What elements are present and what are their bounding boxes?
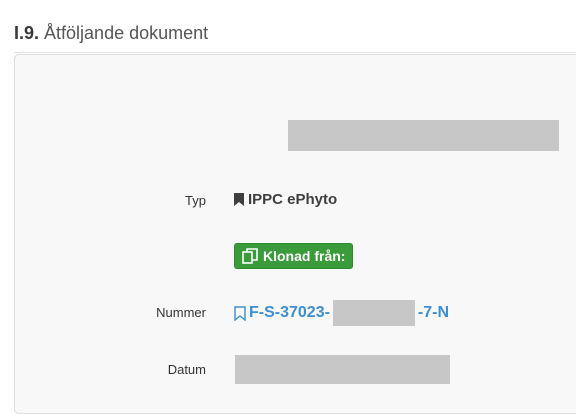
date-label: Datum <box>167 362 206 377</box>
redacted-number-part <box>332 300 415 326</box>
section-title: I.9. Åtföljande dokument <box>14 22 208 44</box>
cloned-from-badge: Klonad från: <box>234 243 354 269</box>
number-suffix: -7-N <box>417 304 450 321</box>
copy-icon <box>242 248 258 264</box>
number-label: Nummer <box>156 305 206 320</box>
section-title-text: Åtföljande dokument <box>44 23 209 43</box>
bookmark-outline-icon <box>234 305 246 321</box>
redacted-field-top <box>288 120 559 151</box>
redacted-date-value <box>235 355 450 384</box>
title-divider <box>14 52 576 53</box>
bookmark-filled-icon <box>234 193 244 206</box>
document-number-link[interactable]: F-S-37023- -7-N <box>234 300 449 326</box>
type-value-text: IPPC ePhyto <box>248 191 338 208</box>
cloned-from-text: Klonad från: <box>263 248 346 264</box>
number-prefix: F-S-37023- <box>249 304 330 321</box>
type-label: Typ <box>185 193 206 208</box>
section-number: I.9. <box>14 23 40 43</box>
type-value: IPPC ePhyto <box>234 191 337 208</box>
